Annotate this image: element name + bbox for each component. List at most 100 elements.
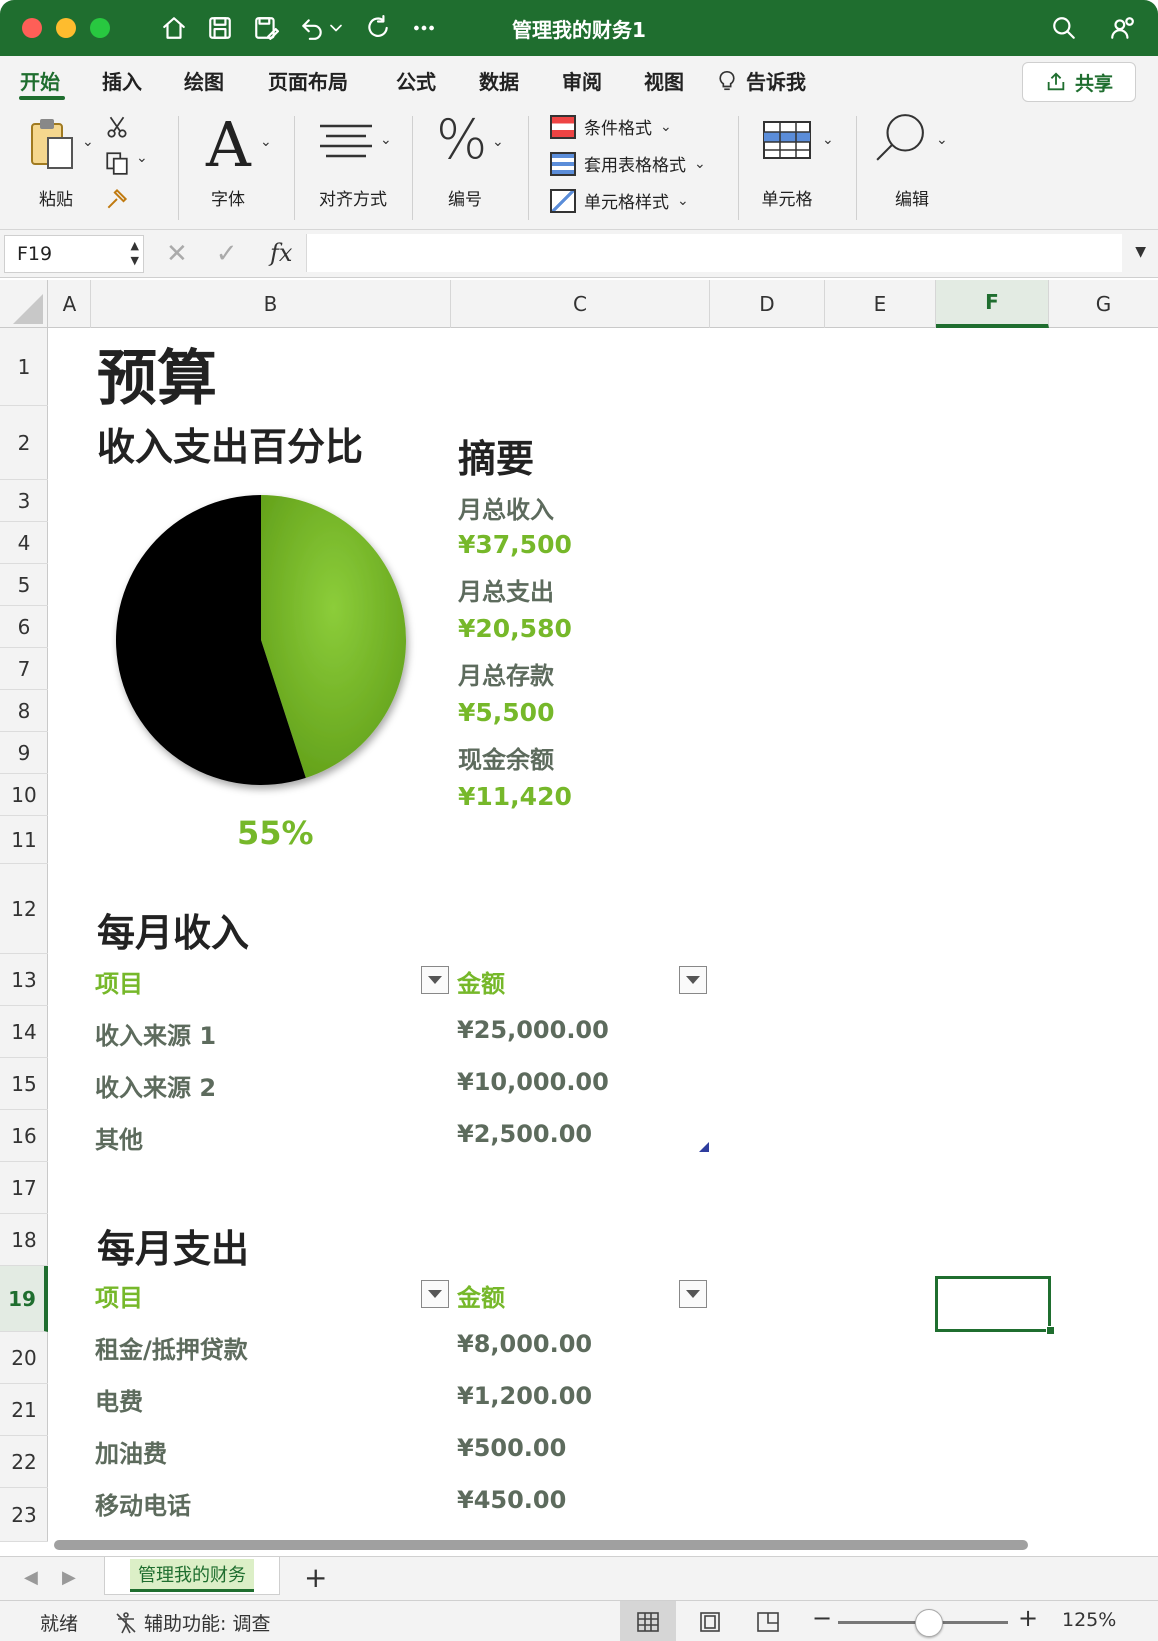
row-header[interactable]: 20 [0,1332,48,1384]
row-header[interactable]: 22 [0,1436,48,1488]
expenses-amount-filter-button[interactable] [679,1280,707,1308]
column-header-c[interactable]: C [451,280,710,328]
expenses-row-item[interactable]: 移动电话 [95,1486,191,1521]
row-header[interactable]: 7 [0,648,48,690]
income-expense-pie-chart[interactable] [111,490,431,810]
summary-value-savings[interactable]: ¥5,500 [458,698,554,727]
select-all-button[interactable] [0,280,48,328]
summary-label-savings[interactable]: 月总存款 [458,656,554,691]
conditional-formatting-button[interactable]: 条件格式 ⌄ [550,114,672,139]
account-icon[interactable] [1106,12,1138,44]
expenses-row-amount[interactable]: ¥1,200.00 [457,1382,592,1410]
worksheet[interactable]: 预算 收入支出百分比 摘要 55% 月总收入 ¥37,500 月总支出 ¥20,… [49,328,1158,1542]
row-header[interactable]: 12 [0,864,48,954]
row-header[interactable]: 23 [0,1488,48,1542]
summary-label-expenses[interactable]: 月总支出 [458,572,554,607]
income-row-item[interactable]: 其他 [95,1120,143,1155]
income-header-amount[interactable]: 金额 [457,964,505,999]
summary-value-expenses[interactable]: ¥20,580 [458,614,572,643]
income-row-item[interactable]: 收入来源 2 [95,1068,216,1103]
copy-dropdown-icon[interactable]: ⌄ [136,150,148,166]
cancel-icon[interactable]: ✕ [166,239,188,269]
number-group[interactable]: % ⌄ 编号 [428,108,528,214]
row-header-selected[interactable]: 19 [0,1266,48,1332]
tell-me-box[interactable]: 告诉我 [716,66,806,95]
row-header[interactable]: 18 [0,1214,48,1266]
cell-styles-button[interactable]: 单元格样式 ⌄ [550,188,689,213]
expenses-header-item[interactable]: 项目 [95,1278,143,1313]
summary-label-balance[interactable]: 现金余额 [458,740,554,775]
tab-view[interactable]: 视图 [644,66,684,95]
paste-label[interactable]: 粘贴 [32,185,80,210]
row-header[interactable]: 16 [0,1110,48,1162]
summary-value-balance[interactable]: ¥11,420 [458,782,572,811]
row-header[interactable]: 21 [0,1384,48,1436]
column-header-g[interactable]: G [1049,280,1158,328]
alignment-group[interactable]: ⌄ 对齐方式 [308,114,418,214]
font-group[interactable]: A ⌄ 字体 [196,108,286,214]
tab-draw[interactable]: 绘图 [184,66,224,95]
insert-function-icon[interactable]: fx [270,239,292,267]
summary-title[interactable]: 摘要 [458,428,534,483]
previous-sheet-icon[interactable]: ◀ [24,1567,38,1588]
enter-icon[interactable]: ✓ [216,239,238,269]
search-icon[interactable] [1048,12,1080,44]
row-header[interactable]: 14 [0,1006,48,1058]
expenses-row-item[interactable]: 租金/抵押贷款 [95,1330,248,1365]
tab-home[interactable]: 开始 [20,66,60,95]
active-cell-f19[interactable] [935,1276,1051,1332]
column-header-e[interactable]: E [825,280,936,328]
income-row-amount[interactable]: ¥10,000.00 [457,1068,609,1096]
expenses-row-amount[interactable]: ¥8,000.00 [457,1330,592,1358]
tab-data[interactable]: 数据 [479,66,519,95]
tab-formulas[interactable]: 公式 [396,66,436,95]
paste-dropdown-icon[interactable]: ⌄ [82,134,94,150]
summary-label-income[interactable]: 月总收入 [458,490,554,525]
sheet-tab-active[interactable]: 管理我的财务 [104,1557,280,1595]
format-as-table-button[interactable]: 套用表格格式 ⌄ [550,151,706,176]
expenses-row-item[interactable]: 加油费 [95,1434,167,1469]
expenses-row-amount[interactable]: ¥450.00 [457,1486,566,1514]
zoom-in-button[interactable]: + [1018,1604,1038,1632]
next-sheet-icon[interactable]: ▶ [62,1567,76,1588]
row-header[interactable]: 9 [0,732,48,774]
tab-insert[interactable]: 插入 [102,66,142,95]
row-header[interactable]: 15 [0,1058,48,1110]
row-header[interactable]: 11 [0,816,48,864]
sheet-title[interactable]: 预算 [97,330,217,417]
name-box-stepper[interactable]: ▲ ▼ [131,238,139,268]
income-item-filter-button[interactable] [421,966,449,994]
table-resize-handle[interactable] [699,1142,709,1152]
pie-chart-title[interactable]: 收入支出百分比 [97,416,363,471]
row-header[interactable]: 4 [0,522,48,564]
income-header-item[interactable]: 项目 [95,964,143,999]
row-header[interactable]: 17 [0,1162,48,1214]
page-layout-view-button[interactable] [682,1601,738,1641]
normal-view-button[interactable] [620,1601,676,1641]
expenses-header-amount[interactable]: 金额 [457,1278,505,1313]
page-break-view-button[interactable] [740,1601,796,1641]
cut-icon[interactable] [104,114,130,140]
row-header[interactable]: 3 [0,480,48,522]
row-header[interactable]: 2 [0,406,48,480]
summary-value-income[interactable]: ¥37,500 [458,530,572,559]
horizontal-scrollbar[interactable] [54,1540,1028,1550]
column-header-f[interactable]: F [936,280,1049,328]
expenses-row-item[interactable]: 电费 [95,1382,143,1417]
name-box[interactable]: F19 ▲ ▼ [4,235,144,273]
zoom-out-button[interactable]: − [812,1604,832,1632]
copy-icon[interactable] [104,150,130,176]
formula-input[interactable] [306,234,1122,272]
income-row-amount[interactable]: ¥25,000.00 [457,1016,609,1044]
tab-page-layout[interactable]: 页面布局 [268,66,348,95]
tab-review[interactable]: 审阅 [562,66,602,95]
row-header[interactable]: 8 [0,690,48,732]
column-header-b[interactable]: B [91,280,451,328]
format-painter-icon[interactable] [104,186,130,212]
expenses-row-amount[interactable]: ¥500.00 [457,1434,566,1462]
add-sheet-button[interactable]: + [304,1561,327,1594]
income-section-title[interactable]: 每月收入 [97,902,249,957]
column-header-d[interactable]: D [710,280,825,328]
row-header[interactable]: 13 [0,954,48,1006]
cells-group[interactable]: ⌄ 单元格 [756,114,856,214]
